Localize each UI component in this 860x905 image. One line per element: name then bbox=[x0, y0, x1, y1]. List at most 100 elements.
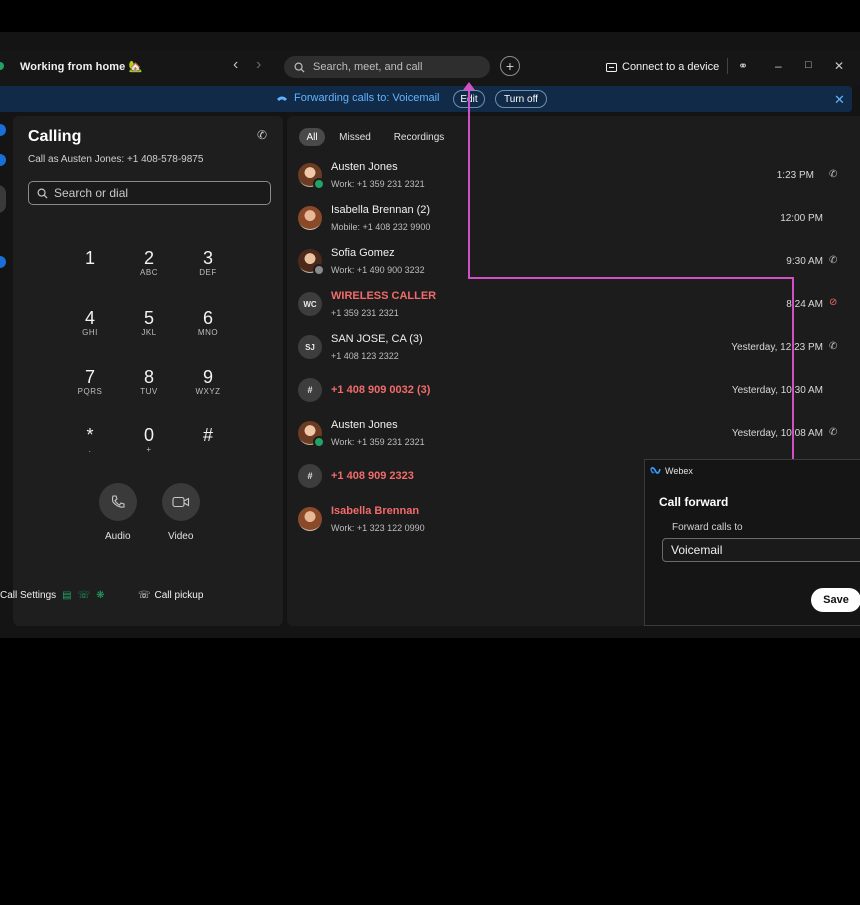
contact-name[interactable]: SAN JOSE, CA (3) bbox=[331, 333, 423, 345]
keypad-key-7[interactable]: 7 PQRS bbox=[65, 367, 115, 397]
keypad-key-8[interactable]: 8 TUV bbox=[124, 367, 174, 397]
sidebar-item[interactable] bbox=[0, 185, 6, 213]
contact-name-missed[interactable]: +1 408 909 0032 (3) bbox=[331, 384, 430, 396]
key-digit: 5 bbox=[143, 308, 154, 328]
contact-number: Work: +1 359 231 2321 bbox=[331, 179, 425, 189]
save-button[interactable]: Save bbox=[811, 588, 860, 612]
dialog-title: Call forward bbox=[659, 495, 729, 509]
call-time: 9:30 AM bbox=[786, 256, 823, 267]
avatar-initials: # bbox=[298, 378, 322, 402]
call-time: 1:23 PM bbox=[776, 170, 814, 181]
avatar-initials: SJ bbox=[298, 335, 322, 359]
annotation-line bbox=[792, 277, 794, 459]
keypad-key-3[interactable]: 3 DEF bbox=[183, 248, 233, 278]
key-letters: JKL bbox=[141, 328, 157, 337]
sidebar-badge[interactable] bbox=[0, 256, 6, 268]
forward-destination-value: Voicemail bbox=[671, 543, 723, 557]
search-icon bbox=[37, 188, 48, 199]
key-letters: TUV bbox=[140, 387, 158, 396]
turn-off-forward-button[interactable]: Turn off bbox=[495, 90, 547, 108]
keypad-key-1[interactable]: 1 bbox=[65, 248, 115, 268]
contact-name[interactable]: Sofia Gomez bbox=[331, 247, 395, 259]
contact-name-missed[interactable]: +1 408 909 2323 bbox=[331, 470, 414, 482]
presence-dot bbox=[313, 264, 325, 276]
call-pickup-label: Call pickup bbox=[154, 590, 204, 601]
global-search-input[interactable]: Search, meet, and call bbox=[284, 56, 490, 78]
annotation-line bbox=[468, 88, 470, 279]
page-title: Calling bbox=[28, 128, 82, 145]
keypad-key-9[interactable]: 9 WXYZ bbox=[183, 367, 233, 397]
key-digit: 7 bbox=[84, 367, 95, 387]
keypad-key-star[interactable]: *. bbox=[65, 425, 115, 455]
key-letters: ABC bbox=[140, 268, 158, 277]
keypad-key-0[interactable]: 0 + bbox=[124, 425, 174, 455]
plus-icon: + bbox=[505, 58, 515, 74]
key-digit: 9 bbox=[202, 367, 213, 387]
contact-number: +1 408 123 2322 bbox=[331, 351, 399, 361]
call-settings-icon[interactable]: ✆ bbox=[257, 128, 267, 142]
video-call-button[interactable] bbox=[162, 483, 200, 521]
incoming-call-icon: ✆ bbox=[829, 255, 838, 266]
call-time: Yesterday, 10:30 AM bbox=[731, 385, 823, 396]
keypad-key-5[interactable]: 5 JKL bbox=[124, 308, 174, 338]
minimize-icon[interactable]: – bbox=[775, 59, 782, 73]
contact-number: Mobile: +1 408 232 9900 bbox=[331, 222, 431, 232]
contact-name[interactable]: Austen Jones bbox=[331, 419, 398, 431]
annotation-arrow-head bbox=[463, 82, 475, 90]
tab-missed[interactable]: Missed bbox=[334, 128, 376, 146]
video-label: Video bbox=[168, 531, 194, 542]
call-pickup-link[interactable]: ☏ Call pickup bbox=[138, 590, 203, 601]
audio-call-button[interactable] bbox=[99, 483, 137, 521]
keypad-key-6[interactable]: 6 MNO bbox=[183, 308, 233, 338]
forward-arrow-icon[interactable]: › bbox=[256, 56, 261, 74]
new-button[interactable]: + bbox=[500, 56, 520, 76]
contact-number: +1 359 231 2321 bbox=[331, 308, 399, 318]
keypad-key-4[interactable]: 4 GHI bbox=[65, 308, 115, 338]
dialog-app-name: Webex bbox=[665, 466, 693, 476]
sidebar-badge[interactable] bbox=[0, 124, 6, 136]
screen-icon bbox=[606, 62, 617, 72]
sidebar-badge[interactable] bbox=[0, 154, 6, 166]
call-time: 12:00 PM bbox=[780, 213, 823, 224]
key-digit: # bbox=[202, 425, 213, 445]
avatar-initials: WC bbox=[298, 292, 322, 316]
connect-device-button[interactable]: Connect to a device bbox=[606, 61, 719, 73]
contact-name[interactable]: Isabella Brennan (2) bbox=[331, 204, 430, 216]
banner-close-icon[interactable]: ✕ bbox=[834, 92, 845, 108]
close-icon[interactable]: ✕ bbox=[834, 59, 844, 73]
contact-name[interactable]: Austen Jones bbox=[331, 161, 398, 173]
tab-all[interactable]: All bbox=[299, 128, 325, 146]
forward-destination-select[interactable]: Voicemail bbox=[662, 538, 860, 562]
contact-number: Work: +1 490 900 3232 bbox=[331, 265, 425, 275]
key-digit: 4 bbox=[84, 308, 95, 328]
key-letters: WXYZ bbox=[195, 387, 221, 396]
forward-to-label: Forward calls to bbox=[672, 522, 743, 533]
dnd-status-icon: ❋ bbox=[96, 590, 105, 601]
dial-search-input[interactable]: Search or dial bbox=[28, 181, 271, 205]
contact-number: Work: +1 359 231 2321 bbox=[331, 437, 425, 447]
key-letters: MNO bbox=[197, 328, 219, 337]
key-letters: DEF bbox=[199, 268, 217, 277]
phone-icon bbox=[111, 495, 125, 508]
key-digit: 0 bbox=[143, 425, 154, 445]
forwarding-text: Forwarding calls to: Voicemail bbox=[294, 92, 440, 104]
status-title[interactable]: Working from home 🏡 bbox=[20, 60, 142, 73]
keypad-key-hash[interactable]: # bbox=[183, 425, 233, 445]
call-settings-link[interactable]: Call Settings ▤ ☏ ❋ bbox=[0, 590, 105, 601]
contact-number: Work: +1 323 122 0990 bbox=[331, 523, 425, 533]
forward-call-icon bbox=[277, 96, 287, 101]
maximize-icon[interactable]: □ bbox=[805, 59, 812, 71]
connect-device-label: Connect to a device bbox=[622, 61, 720, 73]
contact-name-missed[interactable]: Isabella Brennan bbox=[331, 505, 419, 517]
blocked-call-icon: ⊘ bbox=[829, 297, 838, 308]
keypad-key-2[interactable]: 2 ABC bbox=[124, 248, 174, 278]
call-time: Yesterday, 12:23 PM bbox=[731, 342, 823, 353]
headset-icon[interactable]: ⚭ bbox=[738, 59, 748, 73]
tab-recordings[interactable]: Recordings bbox=[388, 128, 450, 146]
contact-name-missed[interactable]: WIRELESS CALLER bbox=[331, 290, 436, 302]
audio-label: Audio bbox=[105, 531, 131, 542]
call-settings-label: Call Settings bbox=[0, 590, 57, 601]
back-arrow-icon[interactable]: ‹ bbox=[233, 56, 238, 74]
key-digit: 1 bbox=[84, 248, 95, 268]
presence-dot bbox=[313, 178, 325, 190]
